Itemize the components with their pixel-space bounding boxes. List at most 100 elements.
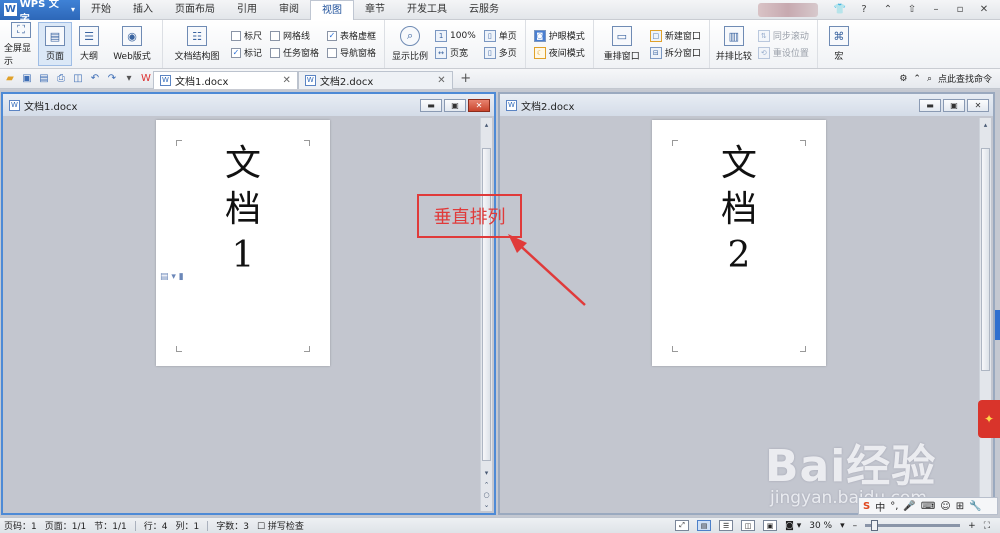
settings-small-icon[interactable]: ⚙ <box>899 74 907 84</box>
open-folder-icon[interactable]: ▰ <box>3 72 17 86</box>
tab-chapter[interactable]: 章节 <box>354 0 396 20</box>
zoom-slider-knob[interactable] <box>871 520 879 531</box>
minimize-icon[interactable]: ▬ <box>919 98 941 112</box>
ime-language-label[interactable]: 中 <box>875 499 885 514</box>
gridlines-checkbox[interactable]: 网格线 <box>270 29 319 42</box>
doc-window-2-scrollbar[interactable]: ▴ <box>979 118 991 511</box>
tab-cloud[interactable]: 云服务 <box>458 0 510 20</box>
command-search-label[interactable]: 点此查找命令 <box>938 72 992 85</box>
maximize-icon[interactable]: ▣ <box>444 98 466 112</box>
chevron-down-icon[interactable]: ▾ <box>840 521 845 531</box>
minimize-icon[interactable]: – <box>926 2 946 18</box>
close-icon[interactable]: ✕ <box>967 98 989 112</box>
prev-page-icon[interactable]: ⌃ <box>482 480 491 489</box>
skin-icon[interactable]: 👕 <box>830 2 850 18</box>
tab-start[interactable]: 开始 <box>80 0 122 20</box>
multi-page-button[interactable]: ▯ 多页 <box>483 46 517 59</box>
zoom-100-button[interactable]: 1 100% <box>435 29 476 42</box>
close-icon[interactable]: ✕ <box>974 2 994 18</box>
doc-map-button[interactable]: ☷ 文档结构图 <box>167 22 227 66</box>
user-icon[interactable]: ☺ <box>940 501 950 512</box>
tab-developer[interactable]: 开发工具 <box>396 0 458 20</box>
browse-object-icon[interactable]: ○ <box>482 490 491 499</box>
close-tab-icon[interactable]: ✕ <box>437 75 445 86</box>
web-view-button[interactable]: ◉ Web版式 <box>106 22 158 66</box>
zoom-in-icon[interactable]: + <box>968 521 976 531</box>
zoom-percent[interactable]: 30 % <box>809 521 832 531</box>
doc-tab-2[interactable]: W 文档2.docx ✕ <box>297 70 453 89</box>
zoom-slider[interactable] <box>865 520 961 531</box>
eye-mode-button[interactable]: ◙ 护眼模式 <box>533 29 585 42</box>
microphone-icon[interactable]: 🎤 <box>903 501 915 512</box>
side-by-side-button[interactable]: ▥ 并排比较 <box>714 22 754 66</box>
tab-page-layout[interactable]: 页面布局 <box>164 0 226 20</box>
fit-page-icon[interactable]: ⤢ <box>675 520 690 531</box>
doc-window-1-titlebar[interactable]: W 文档1.docx ▬ ▣ ✕ <box>3 94 494 116</box>
reset-position-button[interactable]: ⟲ 重设位置 <box>757 46 809 59</box>
zoom-out-icon[interactable]: – <box>853 521 858 531</box>
quick-access-dropdown-icon[interactable]: ▾ <box>122 72 136 86</box>
marks-checkbox[interactable]: ✓ 标记 <box>231 46 262 59</box>
document-page-2[interactable]: 文 档 2 <box>652 120 826 366</box>
doc-window-2-titlebar[interactable]: W 文档2.docx ▬ ▣ ✕ <box>500 94 993 116</box>
punctuation-icon[interactable]: °, <box>890 501 898 512</box>
page-width-button[interactable]: ↔ 页宽 <box>435 46 476 59</box>
wrench-icon[interactable]: 🔧 <box>969 501 981 512</box>
status-word-count[interactable]: 字数：3 <box>216 519 249 532</box>
grid-icon[interactable]: ⊞ <box>956 501 964 512</box>
undo-icon[interactable]: ↶ <box>88 72 102 86</box>
fullscreen-button[interactable]: ⛶ 全屏显示 <box>4 21 38 67</box>
keyboard-icon[interactable]: ⌨ <box>921 501 935 512</box>
redo-icon[interactable]: ↷ <box>105 72 119 86</box>
zoom-button[interactable]: ⌕ 显示比例 <box>389 22 431 66</box>
outline-view-button[interactable]: ☰ 大纲 <box>72 22 106 66</box>
scroll-up-icon[interactable]: ▴ <box>482 120 491 129</box>
scroll-thumb[interactable] <box>981 148 990 371</box>
restore-up-icon[interactable]: ⇧ <box>902 2 922 18</box>
sync-scroll-button[interactable]: ⇅ 同步滚动 <box>757 29 809 42</box>
minimize-icon[interactable]: ▬ <box>420 98 442 112</box>
collapse-icon[interactable]: ⌃ <box>913 74 921 84</box>
side-panel-handle[interactable] <box>995 310 1000 340</box>
red-packet-icon[interactable]: ✦ <box>978 400 1000 438</box>
tab-view[interactable]: 视图 <box>310 0 354 20</box>
night-mode-button[interactable]: ☾ 夜间模式 <box>533 46 585 59</box>
save-icon[interactable]: ▣ <box>20 72 34 86</box>
wps-home-icon[interactable]: W <box>139 72 153 86</box>
macro-button[interactable]: ⌘ 宏 <box>822 22 856 66</box>
nav-pane-checkbox[interactable]: 导航窗格 <box>327 46 376 59</box>
page-view-button[interactable]: ▤ 页面 <box>38 22 72 66</box>
export-pdf-icon[interactable]: ▤ <box>37 72 51 86</box>
maximize-icon[interactable]: ▣ <box>943 98 965 112</box>
tab-insert[interactable]: 插入 <box>122 0 164 20</box>
scroll-down-icon[interactable]: ▾ <box>482 468 491 477</box>
close-icon[interactable]: ✕ <box>468 98 490 112</box>
arrange-window-button[interactable]: ▭ 重排窗口 <box>598 22 646 66</box>
print-icon[interactable]: ⎙ <box>54 72 68 86</box>
web-view-icon[interactable]: ◫ <box>741 520 756 531</box>
scroll-up-icon[interactable]: ▴ <box>981 120 990 129</box>
outline-view-icon[interactable]: ☰ <box>719 520 734 531</box>
new-window-button[interactable]: □ 新建窗口 <box>649 29 701 42</box>
one-page-button[interactable]: ▯ 单页 <box>483 29 517 42</box>
doc-tab-1[interactable]: W 文档1.docx ✕ <box>153 70 298 89</box>
page-view-icon[interactable]: ▤ <box>697 520 712 531</box>
print-preview-icon[interactable]: ◫ <box>71 72 85 86</box>
app-menu-button[interactable]: W WPS 文字 ▾ <box>0 0 80 25</box>
new-tab-button[interactable]: + <box>457 70 475 88</box>
close-tab-icon[interactable]: ✕ <box>282 75 290 86</box>
split-window-button[interactable]: ⊟ 拆分窗口 <box>649 46 701 59</box>
next-page-icon[interactable]: ⌄ <box>482 500 491 509</box>
collapse-ribbon-icon[interactable]: ⌃ <box>878 2 898 18</box>
doc-window-1[interactable]: W 文档1.docx ▬ ▣ ✕ 文 档 1 ▤ ▾ ▮ ▴ ▾ ⌃ ○ ⌄ <box>1 92 496 515</box>
doc-window-1-scrollbar[interactable]: ▴ ▾ ⌃ ○ ⌄ <box>480 118 492 511</box>
sogou-ime-icon[interactable]: S <box>863 501 870 512</box>
ruler-checkbox[interactable]: 标尺 <box>231 29 262 42</box>
document-page-1[interactable]: 文 档 1 ▤ ▾ ▮ <box>156 120 330 366</box>
eye-status-icon[interactable]: ◙ ▾ <box>785 521 801 531</box>
maximize-icon[interactable]: ▫ <box>950 2 970 18</box>
reading-view-icon[interactable]: ▣ <box>763 520 778 531</box>
search-icon[interactable]: ⌕ <box>927 74 932 84</box>
fullscreen-icon[interactable]: ⛶ <box>984 521 990 531</box>
tab-references[interactable]: 引用 <box>226 0 268 20</box>
